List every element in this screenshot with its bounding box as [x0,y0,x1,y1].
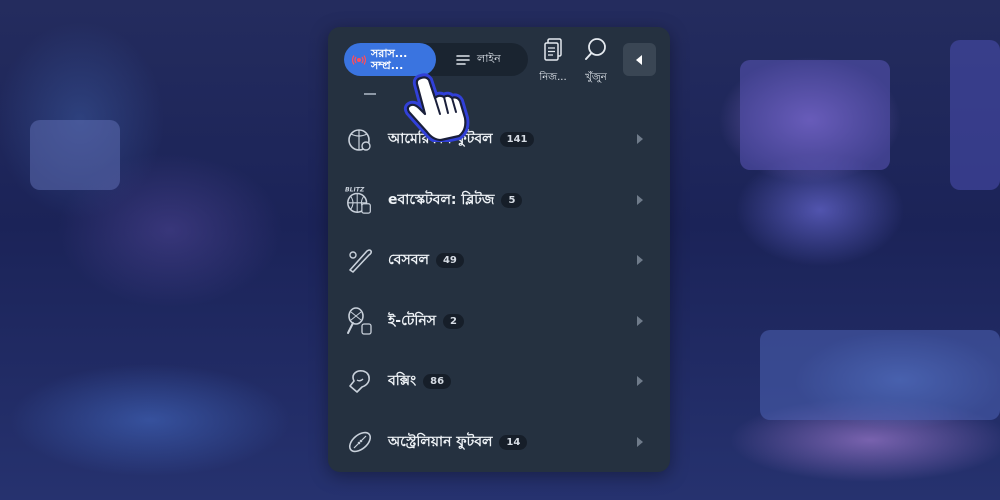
background-screen [950,40,1000,190]
sport-item-boxing[interactable]: বক্সিং 86 [328,351,670,412]
sport-item-american-football[interactable]: আমেরিকান ফুটবল 141 [328,109,670,170]
sport-name: ই-টেনিস 2 [388,309,464,333]
baseball-bat-icon [345,245,375,275]
sport-name: বক্সিং 86 [388,369,452,393]
chevron-right-icon [637,194,643,205]
count-badge: 14 [499,434,528,450]
chevron-right-icon [637,315,643,326]
sport-name: eবাস্কেটবল: ব্লিটজ 5 [388,188,523,212]
sports-list: আমেরিকান ফুটবল 141 BLITZ eবাস্কেটবল: ব্লি… [328,109,670,472]
background-screen [760,330,1000,420]
chevron-right-icon [637,134,643,145]
document-icon [542,37,564,67]
chevron-right-icon [637,376,643,387]
chevron-right-icon [637,436,643,447]
favorites-button[interactable]: নিজ... [532,37,574,87]
line-tab-label: লাইন [477,52,501,65]
live-broadcast-icon [352,53,366,67]
sports-menu-panel: সরাস... সম্প্র... লাইন নিজ... খুঁজুন আমে… [328,27,670,472]
hand-pointer-cursor-icon [403,73,470,142]
menu-lines-icon [456,54,470,66]
collapse-button[interactable] [623,43,656,76]
sport-name: অস্ট্রেলিয়ান ফুটবল 14 [388,430,528,454]
count-badge: 49 [435,253,464,269]
background-screen [30,120,120,190]
live-tab-label: সরাস... সম্প্র... [371,46,408,72]
search-button[interactable]: খুঁজুন [575,37,617,87]
american-football-icon [345,124,375,154]
favorites-label: নিজ... [539,72,567,83]
blitz-label: BLITZ [345,186,365,193]
australian-football-icon [345,427,375,457]
sport-item-baseball[interactable]: বেসবল 49 [328,230,670,291]
etennis-icon [345,306,375,336]
caret-left-icon [635,54,644,65]
sport-item-etennis[interactable]: ই-টেনিস 2 [328,291,670,352]
count-badge: 141 [499,132,535,148]
sport-name: বেসবল 49 [388,248,464,272]
background-screen [740,60,890,170]
chevron-right-icon [637,255,643,266]
count-badge: 86 [423,374,452,390]
count-badge: 5 [501,192,523,208]
sport-item-australian-football[interactable]: অস্ট্রেলিয়ান ফুটবল 14 [328,412,670,473]
ebasketball-blitz-icon: BLITZ [345,185,375,215]
count-badge: 2 [443,313,464,329]
boxing-glove-icon [345,366,375,396]
search-label: খুঁজুন [585,72,607,83]
menu-topbar: সরাস... সম্প্র... লাইন নিজ... খুঁজুন [328,27,670,97]
search-icon [584,37,608,67]
sport-item-ebasketball-blitz[interactable]: BLITZ eবাস্কেটবল: ব্লিটজ 5 [328,170,670,231]
divider [364,93,376,95]
